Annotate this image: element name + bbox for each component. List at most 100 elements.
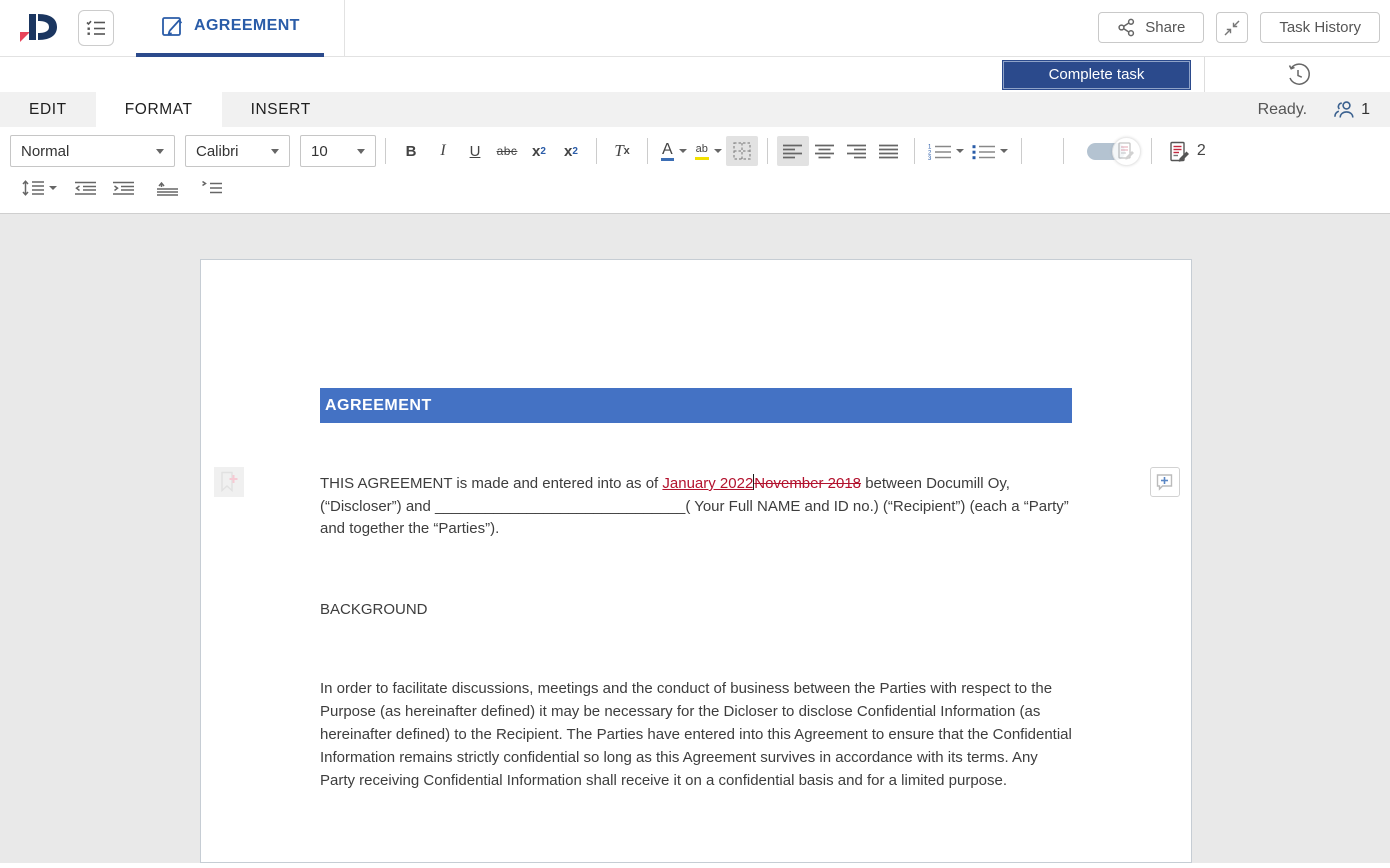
divider [344, 0, 345, 57]
comment-plus-icon [1155, 472, 1175, 492]
increase-indent-button[interactable] [107, 173, 139, 203]
track-changes-toggle-knob [1112, 137, 1141, 166]
svg-text:3: 3 [928, 156, 932, 160]
highlight-color-button[interactable]: ab [691, 136, 726, 166]
format-toolbar: Normal Calibri 10 B I U abc x2 x2 Tx A a… [0, 127, 1390, 214]
increase-indent-icon [113, 181, 134, 196]
divider [596, 138, 597, 164]
font-family-select[interactable]: Calibri [185, 135, 290, 167]
tab-insert[interactable]: INSERT [222, 92, 340, 127]
borders-grid-icon [732, 141, 752, 161]
bookmark-plus-icon [219, 471, 239, 493]
documill-logo-icon [17, 10, 61, 46]
superscript-button[interactable]: x2 [523, 136, 555, 166]
chevron-down-icon [714, 149, 722, 153]
collapse-arrows-icon [1223, 19, 1241, 37]
divider [914, 138, 915, 164]
divider [1063, 138, 1064, 164]
tracked-changes-count: 2 [1197, 142, 1206, 160]
decrease-indent-icon [75, 181, 96, 196]
align-left-icon [783, 144, 802, 159]
clear-formatting-button[interactable]: Tx [606, 136, 638, 166]
action-bar: Complete task [0, 57, 1390, 92]
edit-document-icon [160, 14, 184, 38]
document-tab-agreement[interactable]: AGREEMENT [136, 0, 324, 57]
font-family-value: Calibri [196, 143, 239, 160]
strikethrough-button[interactable]: abc [491, 136, 523, 166]
font-color-button[interactable]: A [657, 136, 691, 166]
share-button[interactable]: Share [1098, 12, 1204, 43]
divider [1151, 138, 1152, 164]
underline-button[interactable]: U [459, 136, 491, 166]
bold-button[interactable]: B [395, 136, 427, 166]
first-line-indent-button[interactable] [195, 173, 227, 203]
tracked-changes-icon [1169, 141, 1190, 162]
bullet-list-button[interactable] [968, 136, 1012, 166]
tracked-deletion[interactable]: November 2018 [754, 475, 861, 492]
paragraph-intro[interactable]: THIS AGREEMENT is made and entered into … [320, 473, 1075, 541]
line-spacing-icon [22, 180, 44, 196]
subscript-button[interactable]: x2 [555, 136, 587, 166]
track-changes-toggle[interactable] [1087, 143, 1125, 160]
divider [647, 138, 648, 164]
paragraph-style-value: Normal [21, 143, 69, 160]
add-bookmark-button[interactable] [214, 467, 244, 497]
paragraph-spacing-icon [157, 180, 178, 196]
toolbar-row-2 [10, 171, 1380, 205]
font-size-select[interactable]: 10 [300, 135, 376, 167]
align-justify-button[interactable] [873, 136, 905, 166]
first-line-indent-icon [201, 181, 222, 196]
app-logo [0, 10, 78, 46]
tab-edit[interactable]: EDIT [0, 92, 96, 127]
online-users[interactable]: 1 [1333, 99, 1370, 120]
top-bar: AGREEMENT Share Task History [0, 0, 1390, 57]
chevron-down-icon [357, 149, 365, 154]
chevron-down-icon [49, 186, 57, 190]
share-icon [1117, 18, 1136, 37]
line-spacing-button[interactable] [18, 173, 61, 203]
history-clock-icon [1285, 62, 1311, 88]
tracked-document-icon [1118, 142, 1135, 160]
font-size-value: 10 [311, 143, 328, 160]
tracked-insertion[interactable]: January 2022 [662, 475, 753, 492]
document-page[interactable]: AGREEMENT THIS AGREEMENT is made and ent… [200, 259, 1192, 863]
chevron-down-icon [956, 149, 964, 153]
paragraph-background[interactable]: In order to facilitate discussions, meet… [320, 677, 1075, 792]
toolbar-row-1: Normal Calibri 10 B I U abc x2 x2 Tx A a… [10, 133, 1380, 169]
heading-background[interactable]: BACKGROUND [320, 599, 1075, 622]
tab-format[interactable]: FORMAT [96, 92, 222, 127]
task-history-button[interactable]: Task History [1260, 12, 1380, 43]
bullet-list-icon [972, 143, 995, 160]
align-right-button[interactable] [841, 136, 873, 166]
italic-button[interactable]: I [427, 136, 459, 166]
ribbon-tab-bar: EDIT FORMAT INSERT Ready. 1 [0, 92, 1390, 127]
borders-button[interactable] [726, 136, 758, 166]
chevron-down-icon [271, 149, 279, 154]
add-comment-button[interactable] [1150, 467, 1180, 497]
users-icon [1333, 99, 1356, 120]
online-users-count: 1 [1361, 101, 1370, 119]
chevron-down-icon [679, 149, 687, 153]
document-canvas[interactable]: AGREEMENT THIS AGREEMENT is made and ent… [0, 214, 1390, 863]
divider [1021, 138, 1022, 164]
paragraph-style-select[interactable]: Normal [10, 135, 175, 167]
decrease-indent-button[interactable] [69, 173, 101, 203]
align-left-button[interactable] [777, 136, 809, 166]
numbered-list-button[interactable]: 1 2 3 [924, 136, 968, 166]
task-list-button[interactable] [78, 10, 114, 46]
document-title-bar[interactable]: AGREEMENT [320, 388, 1072, 423]
align-center-button[interactable] [809, 136, 841, 166]
align-right-icon [847, 144, 866, 159]
divider [385, 138, 386, 164]
complete-task-button[interactable]: Complete task [1003, 61, 1190, 89]
blank-fill-line[interactable]: ______________________________ [435, 498, 685, 515]
task-list-icon [85, 18, 107, 38]
status-text: Ready. [1258, 101, 1308, 119]
version-history-button[interactable] [1282, 59, 1314, 90]
tracked-changes-button[interactable]: 2 [1165, 136, 1210, 166]
numbered-list-icon: 1 2 3 [928, 143, 951, 160]
chevron-down-icon [156, 149, 164, 154]
share-button-label: Share [1145, 19, 1185, 36]
collapse-panel-button[interactable] [1216, 12, 1248, 43]
paragraph-spacing-button[interactable] [151, 173, 183, 203]
